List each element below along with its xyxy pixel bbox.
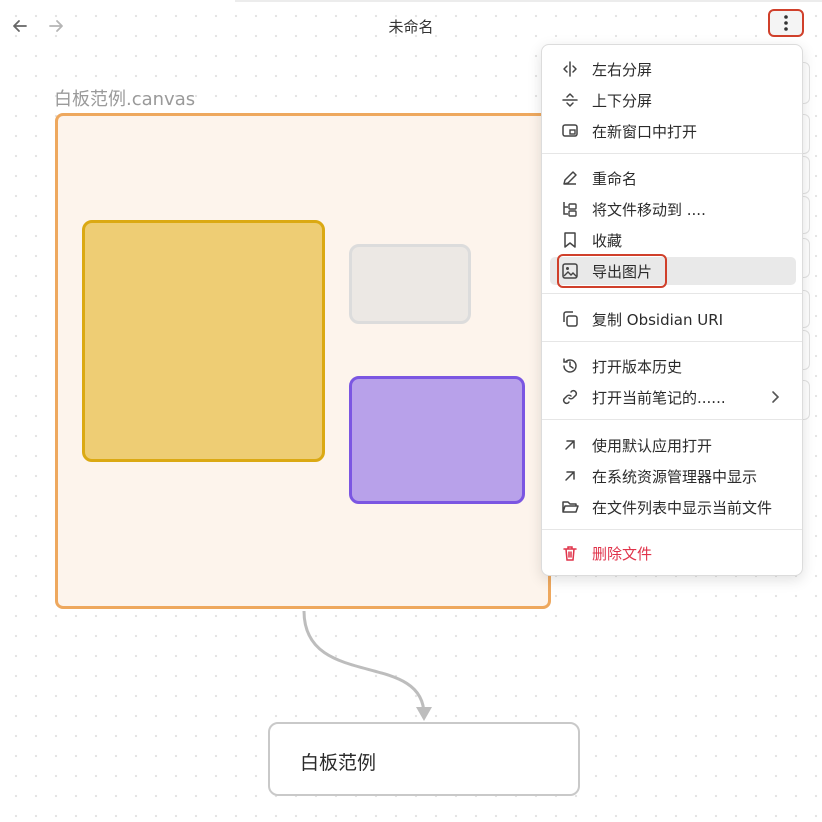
menu-item-label: 复制 Obsidian URI	[592, 310, 724, 329]
menu-item-label: 打开版本历史	[592, 357, 683, 376]
menu-item-open-default-app[interactable]: 使用默认应用打开	[550, 431, 796, 459]
menu-separator	[542, 341, 802, 342]
menu-item-label: 上下分屏	[592, 91, 653, 110]
menu-item-open-links[interactable]: 打开当前笔记的......	[550, 383, 796, 411]
pencil-icon	[563, 171, 577, 185]
split-horizontal-icon	[562, 93, 578, 107]
menu-item-reveal-in-file-list[interactable]: 在文件列表中显示当前文件	[550, 493, 796, 521]
split-vertical-icon	[563, 61, 577, 77]
menu-item-bookmark[interactable]: 收藏	[550, 226, 796, 254]
menu-separator	[542, 419, 802, 420]
history-icon	[563, 358, 577, 373]
image-icon	[562, 263, 578, 279]
menu-separator	[542, 293, 802, 294]
menu-item-show-in-explorer[interactable]: 在系统资源管理器中显示	[550, 462, 796, 490]
menu-item-split-down[interactable]: 上下分屏	[550, 86, 796, 114]
menu-item-export-image[interactable]: 导出图片	[550, 257, 796, 285]
menu-item-label: 收藏	[592, 231, 623, 250]
menu-item-label: 在系统资源管理器中显示	[592, 467, 758, 486]
trash-icon	[563, 546, 577, 561]
menu-item-split-right[interactable]: 左右分屏	[550, 55, 796, 83]
menu-item-version-history[interactable]: 打开版本历史	[550, 352, 796, 380]
copy-icon	[563, 311, 578, 327]
edge-connector	[302, 610, 426, 716]
menu-item-label: 在文件列表中显示当前文件	[592, 498, 773, 517]
link-icon	[562, 389, 578, 405]
menu-item-label: 打开当前笔记的......	[592, 388, 726, 407]
folder-open-icon	[562, 501, 579, 513]
file-options-menu: 左右分屏 上下分屏 在新窗口中打开 重命名 将文件移动到 .... 收藏 导出图…	[541, 44, 803, 576]
menu-item-label: 删除文件	[592, 544, 653, 563]
menu-item-label: 使用默认应用打开	[592, 436, 713, 455]
folder-tree-icon	[563, 202, 577, 217]
menu-separator	[542, 153, 802, 154]
note-card-text: 白板范例	[300, 752, 377, 774]
menu-item-label: 在新窗口中打开	[592, 122, 698, 141]
menu-item-open-new-window[interactable]: 在新窗口中打开	[550, 117, 796, 145]
edge-arrowhead	[416, 707, 432, 721]
chevron-right-icon	[772, 391, 780, 403]
menu-item-delete-file[interactable]: 删除文件	[550, 539, 796, 567]
menu-item-rename[interactable]: 重命名	[550, 164, 796, 192]
menu-item-copy-uri[interactable]: 复制 Obsidian URI	[550, 305, 796, 333]
menu-item-label: 左右分屏	[592, 60, 653, 79]
new-window-icon	[562, 124, 578, 137]
arrow-up-right-icon	[565, 440, 575, 450]
menu-item-label: 重命名	[592, 169, 638, 188]
bookmark-icon	[564, 232, 576, 248]
menu-separator	[542, 529, 802, 530]
canvas-note-card[interactable]: 白板范例	[268, 722, 580, 796]
menu-item-move-file[interactable]: 将文件移动到 ....	[550, 195, 796, 223]
menu-item-label: 将文件移动到 ....	[592, 200, 706, 219]
menu-item-label: 导出图片	[592, 262, 653, 281]
arrow-up-right-icon	[565, 471, 575, 481]
